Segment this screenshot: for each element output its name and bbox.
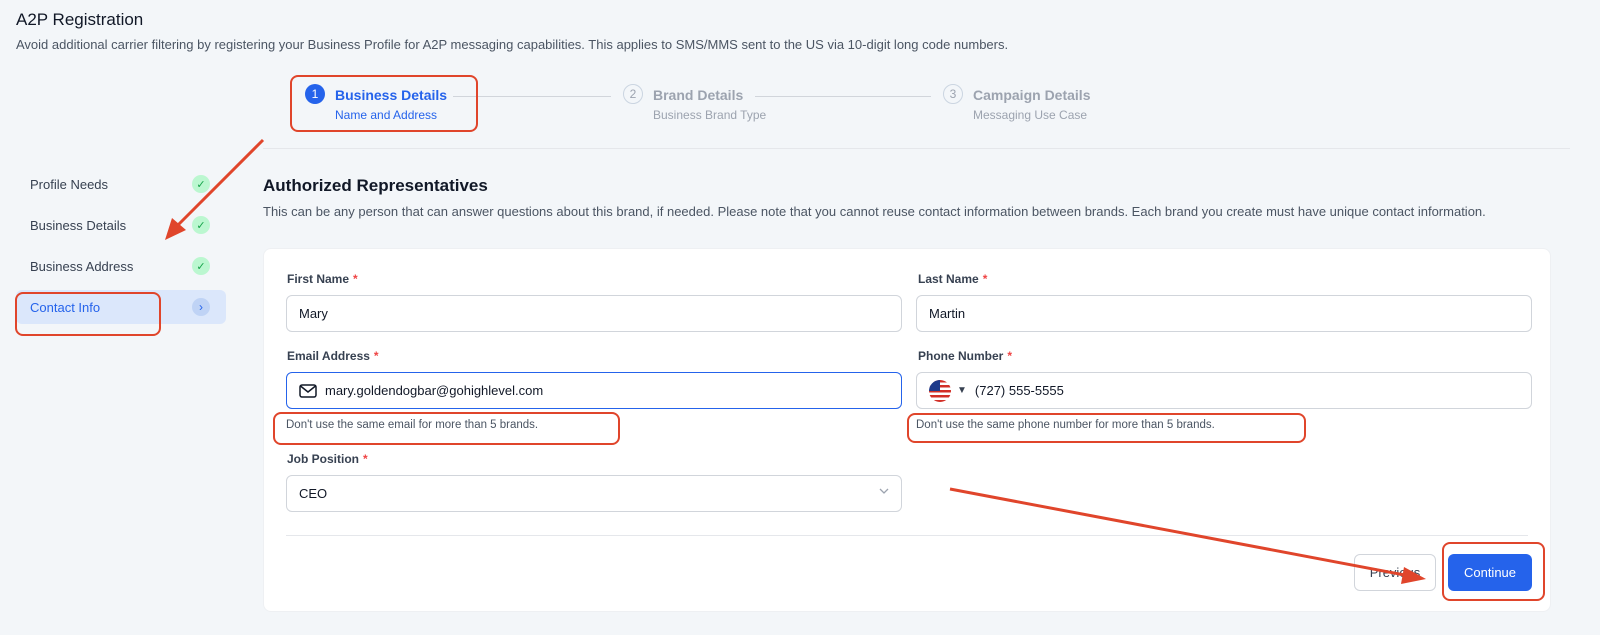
check-icon: ✓	[192, 216, 210, 234]
page-title: A2P Registration	[16, 10, 144, 29]
step-business-details[interactable]: 1 Business Details Name and Address	[305, 84, 447, 123]
continue-button[interactable]: Continue	[1448, 554, 1532, 591]
phone-label: Phone Number *	[918, 349, 1012, 363]
chevron-down-icon[interactable]: ▼	[957, 385, 967, 396]
stepper: 1 Business Details Name and Address 2 Br…	[305, 84, 1125, 130]
sidebar-item-label: Business Address	[30, 258, 134, 274]
previous-button[interactable]: Previous	[1354, 554, 1436, 591]
sidebar: Profile Needs ✓ Business Details ✓ Busin…	[16, 167, 226, 331]
check-icon: ✓	[192, 257, 210, 275]
first-name-input[interactable]: Mary	[286, 295, 902, 332]
email-label: Email Address *	[287, 349, 379, 363]
input-value: Martin	[929, 306, 966, 321]
label-text: Last Name	[918, 272, 979, 286]
chevron-right-icon: ›	[192, 298, 210, 316]
last-name-input[interactable]: Martin	[916, 295, 1532, 332]
section-desc: This can be any person that can answer q…	[263, 204, 1486, 219]
required-mark: *	[353, 272, 358, 286]
email-hint: Don't use the same email for more than 5…	[286, 419, 539, 431]
step-connector	[755, 96, 931, 97]
contact-form-card: First Name * Mary Last Name * Martin Email…	[263, 248, 1551, 612]
label-text: First Name	[287, 272, 350, 286]
step-desc: Messaging Use Case	[973, 108, 1088, 122]
step-number: 2	[623, 84, 643, 104]
sidebar-item-label: Business Details	[30, 217, 127, 233]
input-value: mary.goldendogbar@gohighlevel.com	[325, 383, 544, 398]
check-icon: ✓	[192, 175, 210, 193]
sidebar-item-business-details[interactable]: Business Details ✓	[16, 208, 226, 242]
sidebar-item-profile-needs[interactable]: Profile Needs ✓	[16, 167, 226, 201]
step-campaign-details[interactable]: 3 Campaign Details Messaging Use Case	[943, 84, 1090, 123]
step-title: Business Details	[335, 87, 448, 103]
sidebar-item-contact-info[interactable]: Contact Info ›	[16, 290, 226, 324]
email-field[interactable]: mary.goldendogbar@gohighlevel.com	[286, 372, 902, 409]
mail-icon	[299, 383, 317, 398]
page-subtitle: Avoid additional carrier filtering by re…	[16, 37, 1009, 52]
card-divider	[286, 535, 1528, 536]
sidebar-item-label: Contact Info	[30, 299, 101, 315]
step-connector	[453, 96, 611, 97]
phone-field[interactable]: ▼ (727) 555-5555	[916, 372, 1532, 409]
required-mark: *	[982, 272, 988, 286]
label-text: Job Position	[287, 452, 359, 466]
required-mark: *	[373, 349, 379, 363]
required-mark: *	[1007, 349, 1013, 363]
input-value: Mary	[299, 306, 328, 321]
step-number: 3	[943, 84, 963, 104]
select-value: CEO	[299, 486, 328, 501]
phone-hint: Don't use the same phone number for more…	[916, 419, 1215, 431]
step-title: Campaign Details	[973, 87, 1091, 103]
job-position-select[interactable]: CEO	[286, 475, 902, 512]
label-text: Phone Number	[918, 349, 1004, 363]
label-text: Email Address	[287, 349, 370, 363]
chevron-down-icon	[879, 488, 889, 494]
sidebar-item-label: Profile Needs	[30, 176, 109, 192]
step-title: Brand Details	[653, 87, 744, 103]
sidebar-item-business-address[interactable]: Business Address ✓	[16, 249, 226, 283]
step-number: 1	[305, 84, 325, 104]
step-brand-details[interactable]: 2 Brand Details Business Brand Type	[623, 84, 766, 123]
header-divider	[263, 148, 1570, 149]
input-value: (727) 555-5555	[974, 383, 1064, 398]
job-position-label: Job Position *	[287, 452, 368, 466]
last-name-label: Last Name *	[918, 272, 987, 286]
step-desc: Business Brand Type	[653, 108, 767, 122]
section-title: Authorized Representatives	[263, 176, 488, 195]
step-desc: Name and Address	[335, 108, 438, 122]
first-name-label: First Name *	[287, 272, 358, 286]
us-flag-icon[interactable]	[929, 379, 951, 402]
required-mark: *	[363, 452, 368, 466]
